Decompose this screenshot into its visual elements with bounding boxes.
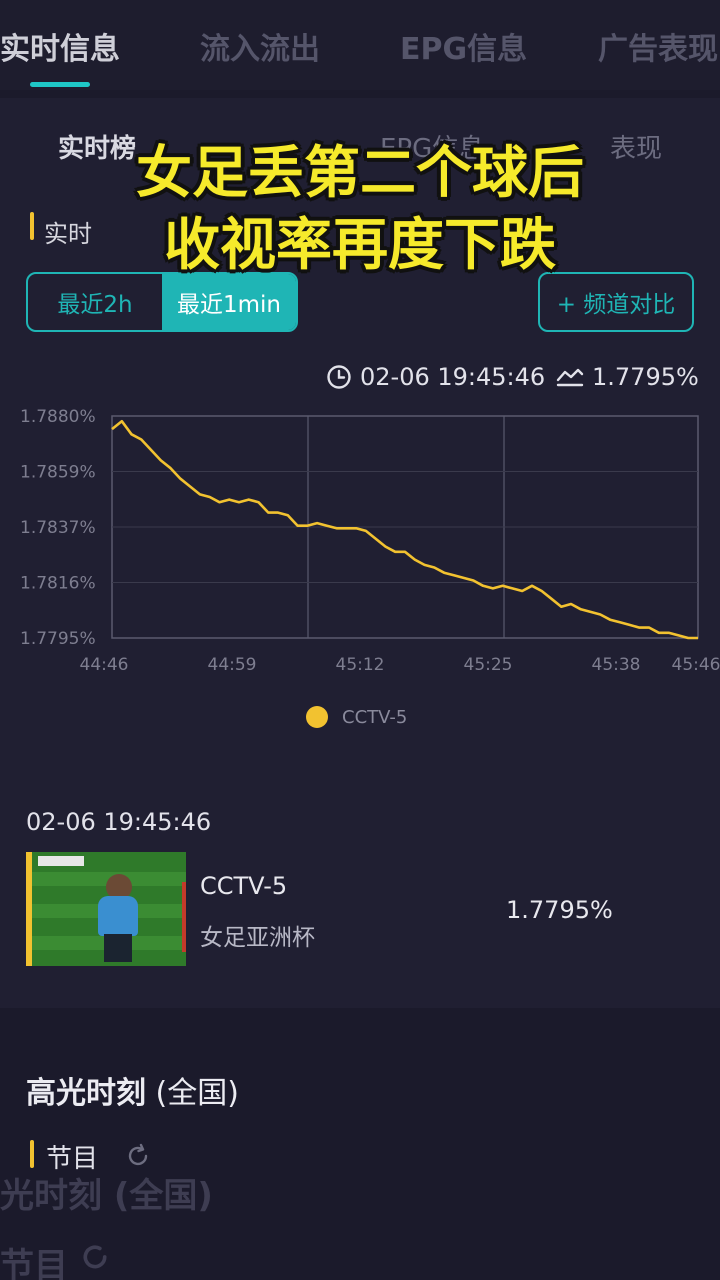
ghost-program-label: 节目 <box>0 1246 68 1280</box>
refresh-icon[interactable] <box>124 1142 152 1170</box>
highlights-title: 高光时刻 (全国) <box>26 1068 239 1112</box>
caption-line-1: 女足丢第二个球后 <box>136 141 584 206</box>
tab-realtime-info[interactable]: 实时信息 <box>0 24 120 68</box>
range-selector: 最近2h 最近1min <box>26 272 298 332</box>
chart-legend: CCTV-5 <box>306 706 407 728</box>
readout-value: 1.7795% <box>592 363 699 391</box>
program-section-marker <box>30 1140 34 1168</box>
legend-dot <box>306 706 328 728</box>
tab-epg[interactable]: EPG信息 <box>400 24 527 68</box>
trend-icon <box>556 368 584 387</box>
value-readout: 1.7795% <box>556 360 699 394</box>
y-tick-label: 1.7880% <box>20 407 96 427</box>
range-2h-button[interactable]: 最近2h <box>28 274 162 330</box>
active-tab-indicator <box>30 82 90 87</box>
ghost-title: 光时刻 (全国) <box>0 1176 213 1216</box>
highlights-title-scope: (全国) <box>146 1076 239 1111</box>
tab-flow[interactable]: 流入流出 <box>200 24 320 68</box>
snapshot-rating: 1.7795% <box>506 896 613 924</box>
x-tick-label: 45:38 <box>592 655 641 675</box>
legend-label: CCTV-5 <box>342 706 408 728</box>
tab-ads[interactable]: 广告表现 <box>598 24 718 68</box>
y-tick-label: 1.7837% <box>20 518 96 538</box>
readout-timestamp: 02-06 19:45:46 <box>360 363 546 391</box>
series-line-cctv5 <box>111 419 698 640</box>
x-tick-label: 45:25 <box>464 655 513 675</box>
x-tick-label: 44:46 <box>80 655 129 675</box>
ghost-refresh-icon <box>83 1245 107 1269</box>
rating-line-chart: 1.7880% 1.7859% 1.7837% 1.7816% 1.7795% 44:46… <box>20 407 720 675</box>
caption-line-2: 收视率再度下跌 <box>164 213 556 278</box>
snapshot-channel: CCTV-5 <box>200 872 288 900</box>
time-readout: 02-06 19:45:46 <box>326 360 545 394</box>
y-tick-label: 1.7795% <box>20 629 96 649</box>
range-1min-button[interactable]: 最近1min <box>162 274 296 330</box>
y-tick-label: 1.7816% <box>20 574 96 594</box>
highlights-title-main: 高光时刻 <box>26 1076 146 1111</box>
program-thumbnail[interactable] <box>26 852 186 966</box>
clock-icon <box>327 365 351 389</box>
x-tick-label: 45:46 <box>672 655 720 675</box>
top-nav: 实时信息 流入流出 EPG信息 广告表现 <box>0 0 720 90</box>
y-tick-label: 1.7859% <box>20 463 96 483</box>
channel-compare-button[interactable]: + 频道对比 <box>538 272 694 332</box>
ghost-overlay: 光时刻 (全国) 节目 <box>0 1168 720 1280</box>
x-tick-label: 44:59 <box>208 655 257 675</box>
snapshot-program: 女足亚洲杯 <box>200 925 315 951</box>
x-tick-label: 45:12 <box>336 655 385 675</box>
snapshot-timestamp: 02-06 19:45:46 <box>26 808 212 836</box>
